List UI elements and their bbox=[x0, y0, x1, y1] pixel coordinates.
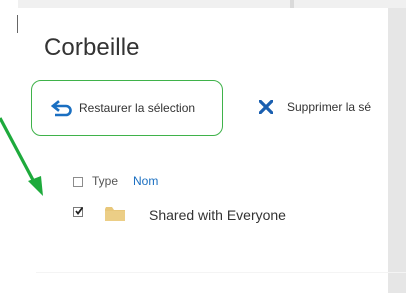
row-checkbox[interactable] bbox=[73, 207, 83, 217]
top-gap bbox=[18, 0, 406, 8]
close-x-icon bbox=[259, 100, 273, 114]
select-all-checkbox[interactable] bbox=[73, 177, 83, 187]
page-title: Corbeille bbox=[44, 34, 140, 61]
list-header-row: Type Nom bbox=[53, 172, 253, 190]
top-divider bbox=[290, 0, 294, 8]
folder-icon bbox=[105, 207, 125, 221]
restore-selection-label: Restaurer la sélection bbox=[79, 101, 196, 115]
delete-selection-label: Supprimer la sé bbox=[287, 100, 372, 114]
file-name-link[interactable]: Shared with Everyone bbox=[149, 207, 286, 223]
undo-arrow-icon bbox=[51, 100, 72, 117]
column-header-name[interactable]: Nom bbox=[133, 174, 158, 188]
left-window-strip bbox=[0, 0, 18, 293]
checkmark-icon bbox=[75, 207, 83, 215]
column-header-type: Type bbox=[92, 174, 119, 188]
panel-bottom-line bbox=[36, 272, 406, 273]
delete-selection-button[interactable]: Supprimer la sé bbox=[254, 96, 388, 118]
restore-selection-button[interactable]: Restaurer la sélection bbox=[31, 80, 223, 136]
list-item[interactable]: Shared with Everyone bbox=[53, 203, 353, 225]
